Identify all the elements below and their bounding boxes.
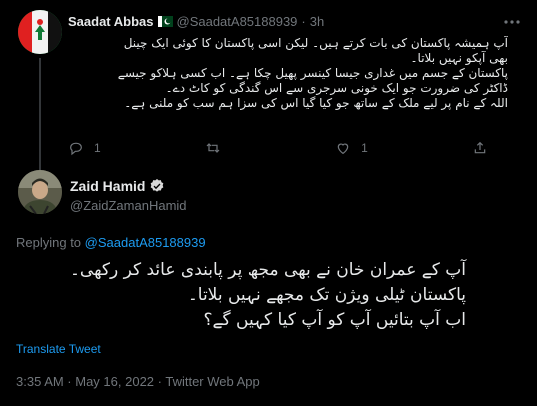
avatar-image (18, 170, 62, 214)
pakistan-flag-icon (157, 16, 173, 27)
retweet-button[interactable] (205, 140, 231, 156)
tweet-text-line: اللہ کے نام پر لیے ملک کے ساتھ جو کیا گی… (124, 96, 508, 110)
main-author-name-row: Zaid Hamid (70, 178, 165, 194)
reply-count: 1 (94, 141, 101, 155)
replying-to-label: Replying to (16, 235, 82, 250)
verified-icon (151, 179, 164, 192)
tweet-text-line: اب آپ بتائیں آپ کو آپ کیا کہیں گے؟ (203, 310, 466, 330)
like-count: 1 (361, 141, 368, 155)
like-button[interactable]: 1 (335, 140, 368, 156)
translate-tweet-link[interactable]: Translate Tweet (16, 342, 101, 356)
main-tweet-text: آپ کے عمران خان نے بھی مجھ پر پابندی عائ… (16, 258, 466, 333)
tweet-text-line: آپ کے عمران خان نے بھی مجھ پر پابندی عائ… (69, 260, 466, 280)
reply-button[interactable]: 1 (68, 140, 101, 156)
tweet-actions: 1 1 (68, 140, 488, 156)
parent-tweet-text: آپ ہمیشہ پاکستان کی بات کرتے ہیں۔ لیکن ا… (68, 36, 508, 111)
reply-icon (70, 142, 82, 156)
retweet-icon (206, 143, 220, 153)
thread-connector-line (39, 58, 41, 170)
tweet-text-line: پاکستان کے جسم میں غداری جیسا کینسر پھیل… (117, 66, 508, 80)
parent-tweet[interactable]: Saadat Abbas @SaadatA85188939 · 3h آپ ہم… (0, 0, 537, 170)
author-handle[interactable]: @SaadatA85188939 (177, 14, 298, 29)
tweet-text-line: پاکستان ٹیلی ویژن تک مجھے نہیں بلاتا۔ (187, 285, 466, 305)
party-logo-icon (18, 10, 62, 54)
author-name[interactable]: Saadat Abbas (68, 14, 154, 29)
header-separator: · (301, 14, 306, 29)
tweet-text-line: آپ ہمیشہ پاکستان کی بات کرتے ہیں۔ لیکن ا… (123, 36, 508, 50)
share-icon (474, 141, 486, 154)
tweet-timestamp[interactable]: 3:35 AM · May 16, 2022 · Twitter Web App (16, 374, 260, 389)
replying-to-line: Replying to @SaadatA85188939 (16, 235, 206, 250)
saadat-avatar[interactable] (18, 10, 62, 54)
author-handle[interactable]: @ZaidZamanHamid (70, 198, 187, 213)
parent-tweet-header: Saadat Abbas @SaadatA85188939 · 3h (68, 14, 324, 29)
tweet-text-line: بھی آپکو نہیں بلاتا۔ (410, 51, 508, 65)
zaid-avatar[interactable] (18, 170, 62, 214)
tweet-time[interactable]: 3h (310, 14, 324, 29)
share-button[interactable] (472, 140, 488, 156)
more-icon[interactable] (503, 12, 521, 28)
like-icon (337, 143, 349, 155)
replying-to-handle-link[interactable]: @SaadatA85188939 (85, 235, 206, 250)
tweet-text-line: ڈاکٹر کی ضرورت جو ایک خونی سرجری سے اس گ… (165, 81, 508, 95)
author-name[interactable]: Zaid Hamid (70, 178, 145, 194)
